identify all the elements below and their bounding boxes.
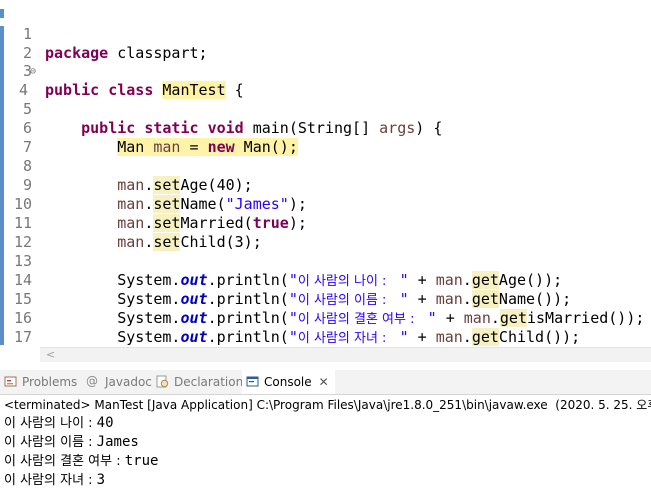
code-line[interactable]: 12	[0, 214, 651, 251]
output-value: James	[96, 434, 139, 450]
tab-declaration[interactable]: Declaration	[156, 370, 243, 394]
declaration-icon	[156, 375, 169, 388]
code-line[interactable]: 10 man.setMarried(true);	[0, 176, 651, 232]
console-icon	[246, 376, 259, 387]
output-label: 이 사람의 자녀 :	[4, 473, 97, 488]
output-label: 이 사람의 이름 :	[4, 435, 97, 450]
tab-label: Declaration	[174, 375, 244, 389]
code-line[interactable]: 1 package classpart;	[0, 6, 651, 62]
output-label: 이 사람의 나이 :	[4, 416, 97, 431]
code-line[interactable]: 8 man.setAge(40);	[0, 138, 651, 194]
tab-console[interactable]: Console ✕	[242, 370, 335, 394]
code-line[interactable]: 13 System.out.println("이 사람의 나이 : " + ma…	[0, 233, 651, 289]
console-output[interactable]: <terminated> ManTest [Java Application] …	[0, 395, 651, 492]
code-line[interactable]: 4 ⊖ public static void main(String[] arg…	[0, 62, 651, 138]
output-label: 이 사람의 결혼 여부 :	[4, 454, 125, 469]
tab-label: Javadoc	[105, 375, 152, 389]
horizontal-scrollbar[interactable]: <	[40, 347, 651, 362]
terminated-status: <terminated> ManTest [Java Application] …	[4, 398, 651, 412]
code-line[interactable]: 15 System.out.println("이 사람의 결혼 여부 : " +…	[0, 271, 651, 327]
javadoc-icon: @	[86, 374, 98, 388]
output-value: 3	[96, 472, 106, 488]
code-line[interactable]: 2	[0, 25, 651, 62]
code-line[interactable]: 5	[0, 81, 651, 118]
code-line[interactable]: 18 }	[0, 328, 651, 347]
tab-problems[interactable]: Problems	[4, 370, 77, 394]
scroll-left-icon[interactable]: <	[46, 348, 55, 361]
console-line: 이 사람의 자녀 : 3	[4, 471, 105, 490]
code-line[interactable]: 3 public class ManTest {	[0, 43, 651, 99]
console-line: 이 사람의 나이 : 40	[4, 414, 114, 433]
problems-icon	[4, 376, 17, 387]
view-tab-bar: Problems @ Javadoc Declaration Console ✕	[0, 370, 651, 395]
code-line[interactable]: 14 System.out.println("이 사람의 이름 : " + ma…	[0, 252, 651, 308]
close-icon[interactable]: ✕	[319, 375, 329, 389]
output-value: 40	[96, 415, 114, 431]
tab-label: Console	[264, 375, 312, 389]
code-line[interactable]: 17 }	[0, 309, 651, 346]
output-value: true	[124, 453, 159, 469]
code-editor[interactable]: 1 package classpart; 2 3 public class Ma…	[0, 0, 651, 347]
console-line: 이 사람의 결혼 여부 : true	[4, 452, 158, 471]
code-line[interactable]: 16 System.out.println("이 사람의 자녀 : " + ma…	[0, 290, 651, 346]
fold-collapse-icon[interactable]: ⊖	[30, 67, 39, 77]
tab-javadoc[interactable]: @ Javadoc	[86, 370, 152, 394]
code-line[interactable]: 6 Man man = new Man();	[0, 100, 651, 156]
code-line[interactable]: 9 man.setName("James");	[0, 157, 651, 213]
code-line[interactable]: 7	[0, 119, 651, 156]
console-line: 이 사람의 이름 : James	[4, 433, 139, 452]
code-line[interactable]: 11 man.setChild(3);	[0, 195, 651, 251]
tab-label: Problems	[22, 375, 78, 389]
